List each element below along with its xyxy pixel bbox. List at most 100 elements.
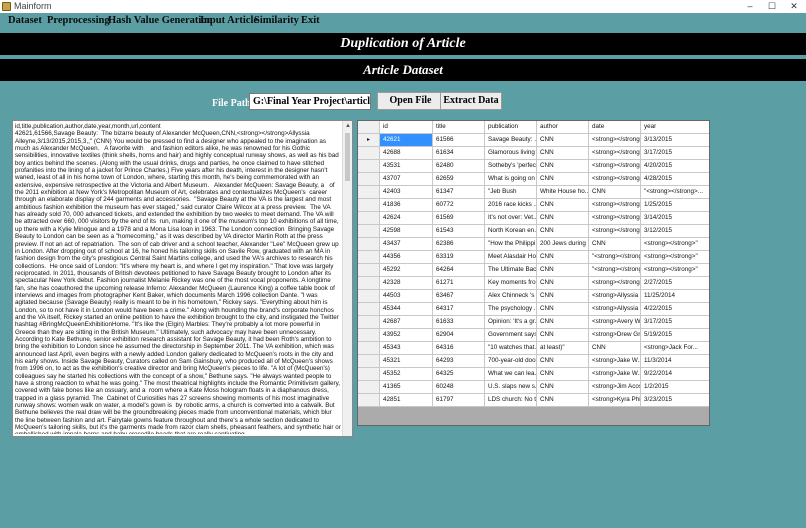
cell-title[interactable]: 60248 [433,381,485,394]
cell-id[interactable]: 45344 [380,303,433,316]
row-header[interactable] [358,290,380,303]
cell-author[interactable]: CNN [537,147,589,160]
cell-publication[interactable]: Sotheby's 'perfec... [485,160,537,173]
cell-date[interactable]: CNN [589,186,641,199]
cell-title[interactable]: 61271 [433,277,485,290]
cell-publication[interactable]: U.S. slaps new s... [485,381,537,394]
cell-date[interactable]: <strong></strong>... [589,147,641,160]
cell-id[interactable]: 44356 [380,251,433,264]
cell-year[interactable]: 3/13/2015 [641,134,709,147]
cell-title[interactable]: 62480 [433,160,485,173]
cell-publication[interactable]: "How the Philippi... [485,238,537,251]
cell-publication[interactable]: Savage Beauty: ... [485,134,537,147]
scroll-thumb[interactable] [345,133,350,181]
cell-author[interactable]: CNN [537,316,589,329]
table-row[interactable]: 45321 64293 700-year-old doo... CNN <strong>… [358,355,709,368]
cell-id[interactable]: 45352 [380,368,433,381]
cell-id[interactable]: 45292 [380,264,433,277]
cell-id[interactable]: 42624 [380,212,433,225]
cell-date[interactable]: <strong></strong>... [589,212,641,225]
table-row[interactable]: 43437 62386 "How the Philippi... 200 Jews d… [358,238,709,251]
cell-date[interactable]: <strong>Jake W... [589,368,641,381]
table-row[interactable]: 45343 64316 "10 watches that... at least)" C… [358,342,709,355]
menu-dataset[interactable]: Dataset [8,15,42,26]
cell-date[interactable]: CNN [589,238,641,251]
cell-id[interactable]: 42688 [380,147,433,160]
cell-author[interactable]: CNN [537,173,589,186]
menu-preprocessing[interactable]: Preprocessing [47,15,110,26]
cell-publication[interactable]: "Jeb Bush [485,186,537,199]
cell-date[interactable]: <strong></strong>... [589,160,641,173]
row-header[interactable] [358,212,380,225]
table-row[interactable]: 42687 61633 Opinion: 'It's a gr... CNN <stro… [358,316,709,329]
cell-year[interactable]: 3/12/2015 [641,225,709,238]
cell-id[interactable]: 43707 [380,173,433,186]
cell-id[interactable]: 45343 [380,342,433,355]
cell-title[interactable]: 60772 [433,199,485,212]
cell-title[interactable]: 61566 [433,134,485,147]
cell-author[interactable]: CNN [537,160,589,173]
table-row[interactable]: 42328 61271 Key moments fro... CNN <strong><… [358,277,709,290]
cell-publication[interactable]: Opinion: 'It's a gr... [485,316,537,329]
table-row[interactable]: 42851 61797 LDS church: No t... CNN <strong>… [358,394,709,407]
column-header-date[interactable]: date [589,121,641,134]
cell-id[interactable]: 42598 [380,225,433,238]
cell-title[interactable]: 61543 [433,225,485,238]
cell-year[interactable]: 4/28/2015 [641,173,709,186]
row-header[interactable] [358,355,380,368]
cell-id[interactable]: 45321 [380,355,433,368]
cell-year[interactable]: <strong></strong>" [641,251,709,264]
menu-hash-value-generation[interactable]: Hash Value Generation [108,15,212,26]
table-row[interactable]: 42624 61569 It's not over: Vet... CNN <stron… [358,212,709,225]
open-file-button[interactable]: Open File [377,92,444,110]
cell-year[interactable]: 3/17/2015 [641,147,709,160]
cell-publication[interactable]: The Ultimate Bac... [485,264,537,277]
cell-title[interactable]: 62659 [433,173,485,186]
column-header-title[interactable]: title [433,121,485,134]
cell-year[interactable]: <strong></strong>" [641,264,709,277]
maximize-button[interactable]: ☐ [760,0,784,13]
cell-title[interactable]: 61797 [433,394,485,407]
cell-publication[interactable]: 700-year-old doo... [485,355,537,368]
file-path-input[interactable]: G:\Final Year Project\articles1_ed [249,93,371,110]
cell-year[interactable]: 3/23/2015 [641,394,709,407]
cell-date[interactable]: <strong>Allyssia ... [589,303,641,316]
cell-publication[interactable]: Alex Chinneck 's ... [485,290,537,303]
cell-year[interactable]: "<strong></strong>... [641,186,709,199]
row-header[interactable] [358,264,380,277]
cell-year[interactable]: 4/22/2015 [641,303,709,316]
cell-year[interactable]: 3/17/2015 [641,316,709,329]
cell-publication[interactable]: What is going on ... [485,173,537,186]
cell-title[interactable]: 64264 [433,264,485,277]
table-row[interactable]: 45344 64317 The psychology ... CNN <strong>A… [358,303,709,316]
row-header[interactable] [358,342,380,355]
scroll-up-icon[interactable]: ▲ [343,121,353,131]
cell-author[interactable]: 200 Jews during ... [537,238,589,251]
cell-year[interactable]: 1/2/2015 [641,381,709,394]
cell-id[interactable]: 42621 [380,134,433,147]
table-row[interactable]: 42403 61347 "Jeb Bush White House ho... CNN… [358,186,709,199]
table-row[interactable]: 45292 64264 The Ultimate Bac... CNN "<strong… [358,264,709,277]
cell-author[interactable]: CNN [537,368,589,381]
cell-author[interactable]: CNN [537,303,589,316]
cell-date[interactable]: <strong>Avery W... [589,316,641,329]
cell-author[interactable]: CNN [537,394,589,407]
column-header-year[interactable]: year [641,121,709,134]
cell-id[interactable]: 42328 [380,277,433,290]
row-header[interactable] [358,303,380,316]
cell-publication[interactable]: The psychology ... [485,303,537,316]
cell-publication[interactable]: Key moments fro... [485,277,537,290]
cell-id[interactable]: 43531 [380,160,433,173]
cell-title[interactable]: 64325 [433,368,485,381]
row-header[interactable] [358,394,380,407]
column-header-id[interactable]: id [380,121,433,134]
cell-author[interactable]: CNN [537,277,589,290]
table-row[interactable]: 45352 64325 What we can lea... CNN <strong>J… [358,368,709,381]
cell-publication[interactable]: It's not over: Vet... [485,212,537,225]
cell-year[interactable]: 9/22/2014 [641,368,709,381]
cell-year[interactable]: 5/19/2015 [641,329,709,342]
cell-author[interactable]: CNN [537,329,589,342]
cell-title[interactable]: 61569 [433,212,485,225]
content-scrollbar[interactable]: ▲ [342,121,352,436]
cell-author[interactable]: White House ho... [537,186,589,199]
